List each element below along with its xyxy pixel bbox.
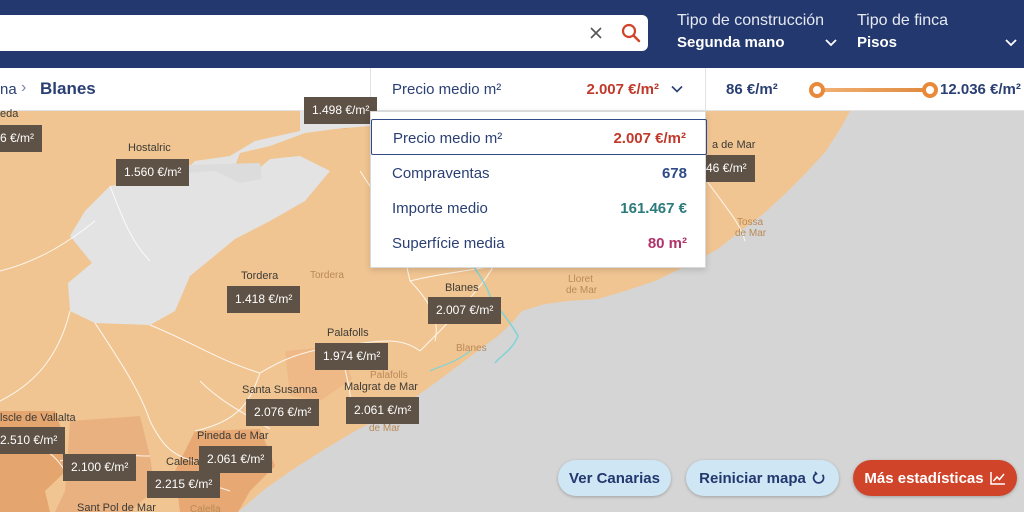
view-canarias-button[interactable]: Ver Canarias: [558, 460, 671, 496]
town-label: Lloret: [568, 274, 594, 285]
town-label: de Mar: [735, 228, 767, 239]
range-max-label: 12.036 €/m²: [940, 81, 1021, 98]
town-label: Calella: [190, 504, 221, 512]
search-icon[interactable]: [620, 22, 642, 44]
metric-option-label: Precio medio m²: [393, 130, 503, 147]
town-label: Palafolls: [370, 370, 408, 381]
property-type-value: Pisos: [857, 34, 898, 51]
town-label: de Mar: [369, 423, 401, 434]
metric-option-value: 678: [661, 165, 687, 182]
metric-option-label: Compraventas: [392, 165, 490, 182]
price-tag[interactable]: 2.100 €/m²: [63, 454, 137, 481]
town-label: Tordera: [241, 270, 279, 282]
construction-type-value: Segunda mano: [677, 34, 785, 51]
town-label: Blanes: [456, 343, 487, 354]
chevron-down-icon: [1005, 39, 1017, 47]
price-tag[interactable]: 1.560 €/m²: [116, 159, 190, 186]
town-label: lscle de Vallalta: [0, 412, 76, 424]
metric-option-price[interactable]: Precio medio m² 2.007 €/m²: [371, 119, 707, 155]
top-header: Tipo de construcción Segunda mano Tipo d…: [0, 0, 1024, 68]
town-label: Santa Susanna: [242, 384, 318, 396]
price-tag[interactable]: 1.418 €/m²: [227, 286, 301, 313]
price-tag[interactable]: 2.007 €/m²: [428, 297, 502, 324]
metric-option-value: 2.007 €/m²: [613, 130, 686, 147]
metric-option-value: 80 m²: [647, 235, 687, 252]
town-label: Malgrat de Mar: [344, 381, 418, 393]
town-label: Tossa: [737, 217, 764, 228]
metric-dropdown-menu: Precio medio m² 2.007 €/m² Compraventas …: [370, 111, 707, 268]
range-max-handle[interactable]: [922, 82, 938, 98]
price-tag[interactable]: 1.974 €/m²: [315, 343, 389, 370]
more-stats-button[interactable]: Más estadísticas: [853, 460, 1017, 496]
breadcrumb-current: Blanes: [40, 79, 96, 98]
town-label: a de Mar: [712, 139, 756, 151]
property-type-filter[interactable]: Tipo de finca Pisos: [857, 12, 1017, 51]
construction-type-filter[interactable]: Tipo de construcción Segunda mano: [677, 12, 837, 51]
reset-map-label: Reiniciar mapa: [699, 469, 806, 487]
view-canarias-label: Ver Canarias: [569, 469, 660, 487]
town-label: eda: [0, 108, 19, 120]
metric-option-surface[interactable]: Superfície media 80 m²: [371, 225, 707, 261]
metric-selector-label: Precio medio m²: [392, 81, 502, 98]
price-tag[interactable]: 2.076 €/m²: [246, 399, 320, 426]
price-tag[interactable]: 2.061 €/m²: [346, 397, 420, 424]
metric-option-sales[interactable]: Compraventas 678: [371, 155, 707, 191]
chevron-down-icon: [671, 85, 683, 93]
town-label: Calella: [166, 456, 200, 468]
town-label: Hostalric: [128, 142, 171, 154]
town-label: de Mar: [566, 285, 598, 296]
property-type-label: Tipo de finca: [857, 12, 949, 29]
search-input[interactable]: [0, 15, 648, 51]
price-tag[interactable]: 6 €/m²: [0, 125, 43, 152]
range-min-handle[interactable]: [809, 82, 825, 98]
more-stats-label: Más estadísticas: [864, 469, 984, 487]
town-label: Blanes: [445, 282, 479, 294]
refresh-icon: [812, 471, 825, 484]
range-min-label: 86 €/m²: [726, 81, 778, 98]
reset-map-button[interactable]: Reiniciar mapa: [686, 460, 839, 496]
chevron-down-icon: [825, 39, 837, 47]
construction-type-label: Tipo de construcción: [677, 12, 825, 29]
breadcrumb-parent-link[interactable]: na: [0, 81, 17, 98]
breadcrumb-separator: ›: [21, 79, 27, 96]
metric-option-label: Importe medio: [392, 200, 488, 217]
town-label: Pineda de Mar: [197, 430, 269, 442]
metric-selector-value: 2.007 €/m²: [586, 81, 659, 98]
price-tag[interactable]: 1.498 €/m²: [304, 97, 378, 124]
metric-option-amount[interactable]: Importe medio 161.467 €: [371, 190, 707, 226]
price-tag[interactable]: 2.510 €/m²: [0, 427, 66, 454]
line-chart-icon: [989, 472, 1005, 485]
metric-option-label: Superfície media: [392, 235, 505, 252]
price-tag[interactable]: 2.061 €/m²: [199, 446, 273, 473]
metric-option-value: 161.467 €: [620, 200, 687, 217]
town-label: Tordera: [310, 270, 344, 281]
close-icon[interactable]: [586, 23, 606, 43]
price-range-track[interactable]: [816, 88, 930, 92]
price-tag[interactable]: 2.215 €/m²: [147, 471, 221, 498]
location-stats-bar: na › Blanes Precio medio m² 2.007 €/m² 8…: [0, 68, 1024, 111]
town-label: Palafolls: [327, 327, 369, 339]
metric-selector[interactable]: Precio medio m² 2.007 €/m²: [370, 68, 706, 111]
town-label: Sant Pol de Mar: [77, 502, 156, 512]
